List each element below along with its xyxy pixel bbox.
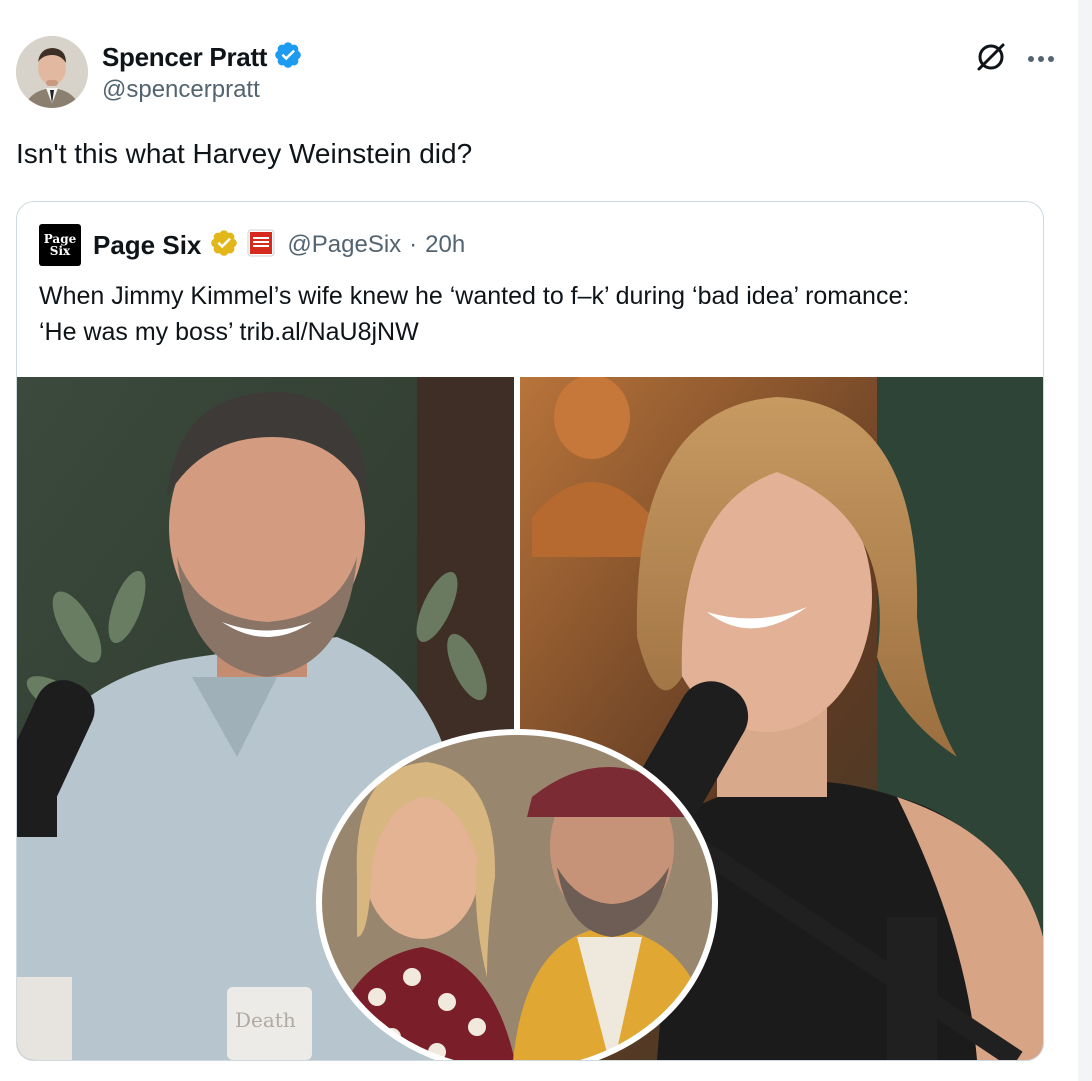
- quoted-text-line1: When Jimmy Kimmel’s wife knew he ‘wanted…: [39, 282, 910, 310]
- quoted-timestamp[interactable]: 20h: [425, 231, 465, 259]
- more-options-icon[interactable]: [1026, 51, 1056, 69]
- quoted-tweet-header: Page Six Page Six @PageSix · 20h: [39, 224, 465, 266]
- quoted-author-name[interactable]: Page Six: [93, 230, 201, 261]
- meta-separator: ·: [409, 231, 418, 258]
- new-york-post-affiliate-icon[interactable]: [247, 229, 275, 262]
- quoted-tweet-text: When Jimmy Kimmel’s wife knew he ‘wanted…: [39, 278, 1029, 350]
- can-label: Death: [235, 1008, 296, 1032]
- window-edge: [1078, 0, 1092, 1081]
- tweet-header: Spencer Pratt @spencerpratt: [16, 36, 1056, 112]
- quoted-text-line2[interactable]: ‘He was my boss’ trib.al/NaU8jNW: [39, 314, 1029, 350]
- verified-badge-icon: [273, 40, 303, 75]
- quoted-handle[interactable]: @PageSix: [287, 231, 401, 259]
- quoted-media-image[interactable]: Death: [17, 377, 1043, 1060]
- author-avatar[interactable]: [16, 36, 88, 108]
- tweet-text: Isn't this what Harvey Weinstein did?: [16, 138, 473, 169]
- page-six-avatar[interactable]: Page Six: [39, 224, 81, 266]
- grok-icon[interactable]: [974, 40, 1008, 79]
- gold-verified-badge-icon: [209, 228, 239, 263]
- author-display-name[interactable]: Spencer Pratt: [102, 42, 267, 73]
- page-six-logo-line2: Six: [49, 244, 71, 258]
- author-handle[interactable]: @spencerpratt: [102, 76, 260, 104]
- quoted-tweet-card[interactable]: Page Six Page Six @PageSix · 20h When Ji…: [16, 201, 1044, 1061]
